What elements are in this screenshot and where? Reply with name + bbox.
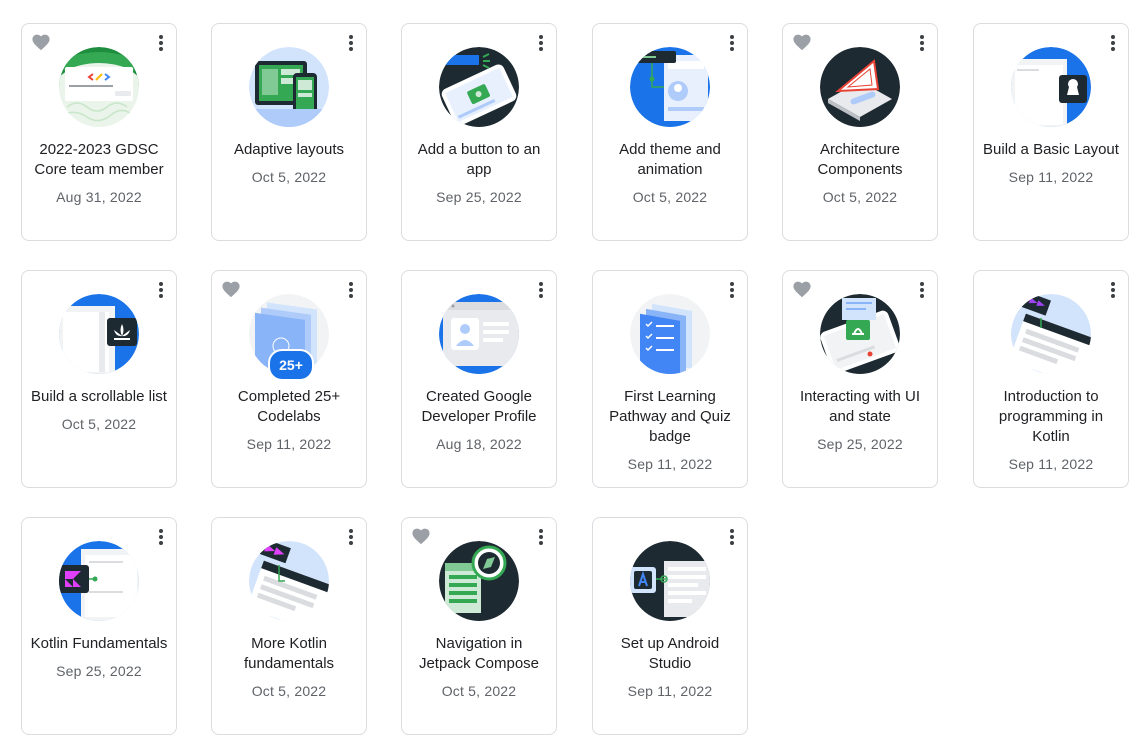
heart-icon[interactable] xyxy=(221,280,241,298)
badge-card[interactable]: Set up Android Studio Sep 11, 2022 xyxy=(592,517,748,735)
badge-title: Navigation in Jetpack Compose xyxy=(418,635,540,672)
badge-card[interactable]: Kotlin Fundamentals Sep 25, 2022 xyxy=(21,517,177,735)
more-options-icon[interactable] xyxy=(1106,281,1120,299)
badge-date: Oct 5, 2022 xyxy=(441,683,517,699)
ui-state-icon xyxy=(820,294,900,374)
badge-title: More Kotlin fundamentals xyxy=(243,635,335,672)
adaptive-layouts-icon xyxy=(249,47,329,127)
architecture-icon xyxy=(820,47,900,127)
badge-title: Build a scrollable list xyxy=(31,388,167,405)
badge-title: Interacting with UI and state xyxy=(799,388,921,425)
badge-date: Oct 5, 2022 xyxy=(251,683,327,699)
more-options-icon[interactable] xyxy=(534,34,548,52)
android-studio-icon xyxy=(630,541,710,621)
badge-card[interactable]: Architecture Components Oct 5, 2022 xyxy=(782,23,938,241)
badge-card[interactable]: Build a scrollable list Oct 5, 2022 xyxy=(21,270,177,488)
badge-date: Sep 25, 2022 xyxy=(817,436,903,452)
more-options-icon[interactable] xyxy=(915,34,929,52)
heart-icon[interactable] xyxy=(411,527,431,545)
badge-card[interactable]: Add theme and animation Oct 5, 2022 xyxy=(592,23,748,241)
more-options-icon[interactable] xyxy=(154,34,168,52)
badge-title: Set up Android Studio xyxy=(620,635,720,672)
badge-title: Introduction to programming in Kotlin xyxy=(998,388,1104,445)
badge-title: Kotlin Fundamentals xyxy=(30,635,168,652)
more-options-icon[interactable] xyxy=(154,281,168,299)
kotlin-intro-icon xyxy=(1011,294,1091,374)
navigation-compass-icon xyxy=(439,541,519,621)
badge-card[interactable]: First Learning Pathway and Quiz badge Sep… xyxy=(592,270,748,488)
phone-button-icon xyxy=(439,47,519,127)
more-options-icon[interactable] xyxy=(534,281,548,299)
badge-date: Oct 5, 2022 xyxy=(61,416,137,432)
badge-title: Adaptive layouts xyxy=(233,141,345,158)
scrollable-list-icon xyxy=(59,294,139,374)
basic-layout-icon xyxy=(1011,47,1091,127)
more-options-icon[interactable] xyxy=(725,528,739,546)
badge-card[interactable]: Build a Basic Layout Sep 11, 2022 xyxy=(973,23,1129,241)
badge-date: Oct 5, 2022 xyxy=(822,189,898,205)
more-options-icon[interactable] xyxy=(725,34,739,52)
badge-date: Sep 11, 2022 xyxy=(1008,169,1094,185)
badge-title: Created Google Developer Profile xyxy=(421,388,537,425)
badge-card[interactable]: Introduction to programming in Kotlin Sep… xyxy=(973,270,1129,488)
badge-date: Aug 31, 2022 xyxy=(56,189,142,205)
badge-date: Sep 11, 2022 xyxy=(1008,456,1094,472)
heart-icon[interactable] xyxy=(31,33,51,51)
more-kotlin-icon xyxy=(249,541,329,621)
badge-date: Sep 25, 2022 xyxy=(436,189,522,205)
more-options-icon[interactable] xyxy=(344,34,358,52)
badge-card[interactable]: 25+ Completed 25+ Codelabs Sep 11, 2022 xyxy=(211,270,367,488)
more-options-icon[interactable] xyxy=(915,281,929,299)
kotlin-fundamentals-icon xyxy=(59,541,139,621)
codelabs-count-badge: 25+ xyxy=(268,349,314,381)
more-options-icon[interactable] xyxy=(725,281,739,299)
badge-title: Add theme and animation xyxy=(619,141,721,178)
badge-title: Add a button to an app xyxy=(417,141,541,178)
heart-icon[interactable] xyxy=(792,280,812,298)
badge-date: Sep 25, 2022 xyxy=(56,663,142,679)
badge-date: Sep 11, 2022 xyxy=(627,683,713,699)
more-options-icon[interactable] xyxy=(154,528,168,546)
badge-title: Build a Basic Layout xyxy=(983,141,1119,158)
more-options-icon[interactable] xyxy=(1106,34,1120,52)
heart-icon[interactable] xyxy=(792,33,812,51)
more-options-icon[interactable] xyxy=(534,528,548,546)
badge-card[interactable]: 2022-2023 GDSC Core team member Aug 31, 2… xyxy=(21,23,177,241)
badge-date: Oct 5, 2022 xyxy=(251,169,327,185)
badge-date: Sep 11, 2022 xyxy=(246,436,332,452)
badge-title: Architecture Components xyxy=(817,141,903,178)
badge-date: Oct 5, 2022 xyxy=(632,189,708,205)
badge-card[interactable]: Add a button to an app Sep 25, 2022 xyxy=(401,23,557,241)
gdsc-certificate-icon xyxy=(59,47,139,127)
badge-card[interactable]: Created Google Developer Profile Aug 18, … xyxy=(401,270,557,488)
badge-card[interactable]: Adaptive layouts Oct 5, 2022 xyxy=(211,23,367,241)
more-options-icon[interactable] xyxy=(344,281,358,299)
quiz-icon xyxy=(630,294,710,374)
badge-card[interactable]: Navigation in Jetpack Compose Oct 5, 2022 xyxy=(401,517,557,735)
badge-card[interactable]: More Kotlin fundamentals Oct 5, 2022 xyxy=(211,517,367,735)
theme-animation-icon xyxy=(630,47,710,127)
badge-date: Aug 18, 2022 xyxy=(436,436,522,452)
badge-title: Completed 25+ Codelabs xyxy=(237,388,341,425)
badge-title: 2022-2023 GDSC Core team member xyxy=(34,141,164,178)
badge-date: Sep 11, 2022 xyxy=(627,456,713,472)
badge-title: First Learning Pathway and Quiz badge xyxy=(609,388,731,445)
profile-card-icon xyxy=(439,294,519,374)
badge-card[interactable]: Interacting with UI and state Sep 25, 202… xyxy=(782,270,938,488)
more-options-icon[interactable] xyxy=(344,528,358,546)
